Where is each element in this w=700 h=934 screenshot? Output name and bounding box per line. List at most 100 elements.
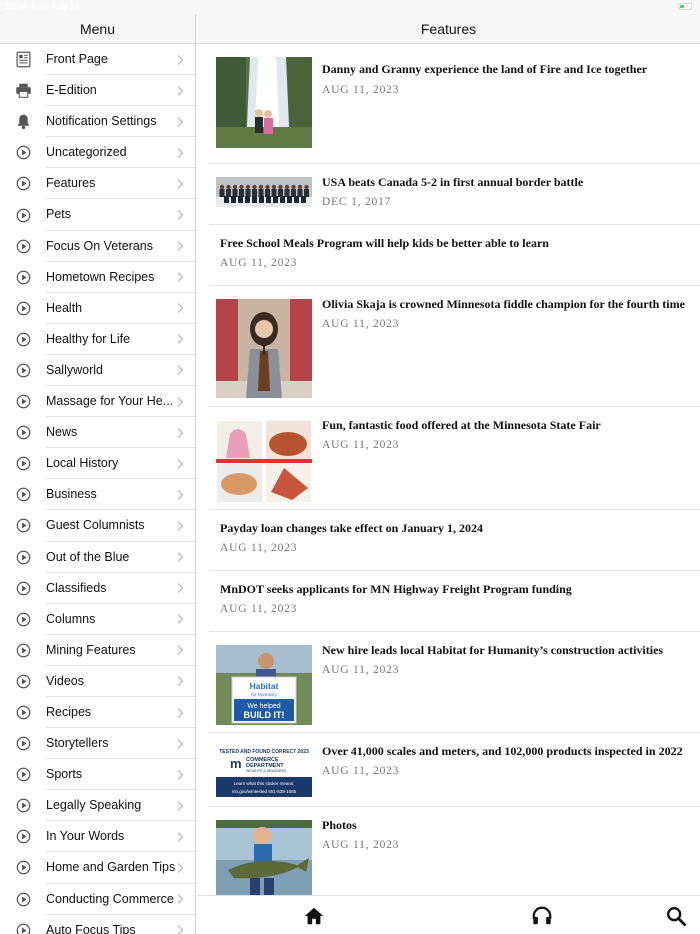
sidebar-item-focus-on-veterans[interactable]: Focus On Veterans (0, 231, 195, 262)
sidebar-item-home-and-garden-tips[interactable]: Home and Garden Tips (0, 852, 195, 884)
sidebar-item-label: Out of the Blue (46, 542, 195, 573)
status-bar: 12:34 Mon Aug 14 (0, 0, 700, 14)
article-date: AUG 11, 2023 (322, 765, 400, 777)
sidebar-item-in-your-words[interactable]: In Your Words (0, 821, 195, 853)
article-item[interactable]: Olivia Skaja is crowned Minnesota fiddle… (209, 286, 700, 407)
article-item[interactable]: Payday loan changes take effect on Janua… (209, 510, 700, 571)
tab-bar (197, 895, 700, 934)
article-item[interactable]: Photos AUG 11, 2023 (209, 807, 700, 895)
article-thumbnail[interactable]: Habitat for Humanity We helped BUILD IT! (216, 645, 312, 725)
sidebar-item-uncategorized[interactable]: Uncategorized (0, 137, 195, 169)
article-item[interactable]: TESTED AND FOUND CORRECT 2023 m COMMERCE DE… (209, 733, 700, 807)
article-date: AUG 11, 2023 (322, 664, 400, 676)
article-title[interactable]: Danny and Granny experience the land of … (322, 62, 692, 77)
printer-icon (0, 75, 46, 106)
sidebar-item-label: Features (46, 168, 195, 200)
sidebar-item-conducting-commerce[interactable]: Conducting Commerce (0, 884, 195, 915)
sidebar-item-label: E-Edition (46, 75, 195, 107)
article-title[interactable]: Over 41,000 scales and meters, and 102,0… (322, 744, 692, 759)
home-icon[interactable] (303, 905, 325, 927)
sidebar-item-label: Sports (46, 759, 195, 791)
sidebar-item-front-page[interactable]: Front Page (0, 44, 195, 76)
svg-text:mn.gov/wmtested 651-539-1555: mn.gov/wmtested 651-539-1555 (232, 789, 297, 794)
sidebar-item-columns[interactable]: Columns (0, 604, 195, 635)
article-title[interactable]: USA beats Canada 5-2 in first annual bor… (322, 175, 692, 190)
article-list[interactable]: Danny and Granny experience the land of … (197, 44, 700, 895)
svg-text:Habitat: Habitat (250, 681, 279, 691)
article-title[interactable]: Payday loan changes take effect on Janua… (220, 521, 690, 536)
article-date: AUG 11, 2023 (322, 84, 400, 96)
sidebar-item-mining-features[interactable]: Mining Features (0, 635, 195, 666)
sidebar-item-classifieds[interactable]: Classifieds (0, 573, 195, 604)
sidebar-item-hometown-recipes[interactable]: Hometown Recipes (0, 262, 195, 293)
article-thumbnail[interactable] (216, 57, 312, 148)
play-circle-icon (0, 448, 46, 479)
sidebar-item-label: Pets (46, 199, 195, 231)
sidebar: Menu Front Page E-Edition Notification Set… (0, 14, 196, 934)
bell-icon (0, 106, 46, 137)
search-icon[interactable] (665, 905, 687, 927)
play-circle-icon (0, 324, 46, 355)
play-circle-icon (0, 168, 46, 199)
headphones-icon[interactable] (531, 905, 553, 927)
sidebar-item-sports[interactable]: Sports (0, 759, 195, 791)
sidebar-item-business[interactable]: Business (0, 479, 195, 511)
sidebar-item-label: Mining Features (46, 635, 195, 666)
article-item[interactable]: Habitat for Humanity We helped BUILD IT! New… (209, 632, 700, 733)
play-circle-icon (0, 386, 46, 417)
article-title[interactable]: Photos (322, 818, 692, 833)
article-item[interactable]: USA beats Canada 5-2 in first annual bor… (209, 164, 700, 225)
article-item[interactable]: Fun, fantastic food offered at the Minne… (209, 407, 700, 510)
article-thumbnail[interactable] (216, 820, 312, 895)
article-thumbnail[interactable]: TESTED AND FOUND CORRECT 2023 m COMMERCE DE… (216, 746, 312, 797)
sidebar-item-pets[interactable]: Pets (0, 199, 195, 231)
sidebar-item-legally-speaking[interactable]: Legally Speaking (0, 790, 195, 822)
sidebar-item-videos[interactable]: Videos (0, 666, 195, 697)
sidebar-item-label: Sallyworld (46, 355, 195, 387)
sidebar-item-label: Conducting Commerce (46, 884, 195, 915)
article-item[interactable]: Free School Meals Program will help kids… (209, 225, 700, 286)
sidebar-item-e-edition[interactable]: E-Edition (0, 75, 195, 107)
sidebar-item-sallyworld[interactable]: Sallyworld (0, 355, 195, 387)
play-circle-icon (0, 666, 46, 697)
sidebar-item-news[interactable]: News (0, 417, 195, 449)
play-circle-icon (0, 199, 46, 230)
sidebar-item-guest-columnists[interactable]: Guest Columnists (0, 510, 195, 542)
article-title[interactable]: Olivia Skaja is crowned Minnesota fiddle… (322, 297, 692, 312)
play-circle-icon (0, 635, 46, 666)
sidebar-item-recipes[interactable]: Recipes (0, 697, 195, 729)
sidebar-item-label: Healthy for Life (46, 324, 195, 355)
sidebar-item-auto-focus-tips[interactable]: Auto Focus Tips (0, 915, 195, 934)
play-circle-icon (0, 728, 46, 759)
sidebar-item-massage-for-your-he[interactable]: Massage for Your He... (0, 386, 195, 418)
play-circle-icon (0, 884, 46, 915)
article-title[interactable]: MnDOT seeks applicants for MN Highway Fr… (220, 582, 690, 597)
sidebar-item-features[interactable]: Features (0, 168, 195, 200)
document-icon (0, 44, 46, 75)
article-title[interactable]: Free School Meals Program will help kids… (220, 236, 690, 251)
sidebar-item-label: Front Page (46, 44, 195, 76)
article-title[interactable]: Fun, fantastic food offered at the Minne… (322, 418, 692, 433)
sidebar-item-out-of-the-blue[interactable]: Out of the Blue (0, 542, 195, 573)
article-date: DEC 1, 2017 (322, 196, 392, 208)
sidebar-item-label: Classifieds (46, 573, 195, 604)
play-circle-icon (0, 821, 46, 852)
play-circle-icon (0, 510, 46, 541)
sidebar-item-storytellers[interactable]: Storytellers (0, 728, 195, 760)
article-title[interactable]: New hire leads local Habitat for Humanit… (322, 643, 692, 658)
svg-text:m: m (230, 756, 242, 771)
sidebar-item-notification-settings[interactable]: Notification Settings (0, 106, 195, 138)
sidebar-item-label: Health (46, 293, 195, 324)
article-thumbnail[interactable] (216, 177, 312, 207)
play-circle-icon (0, 790, 46, 821)
article-thumbnail[interactable] (216, 420, 312, 503)
article-thumbnail[interactable] (216, 299, 312, 398)
sidebar-item-health[interactable]: Health (0, 293, 195, 324)
sidebar-item-local-history[interactable]: Local History (0, 448, 195, 480)
play-circle-icon (0, 697, 46, 728)
play-circle-icon (0, 479, 46, 510)
article-item[interactable]: Danny and Granny experience the land of … (209, 44, 700, 164)
sidebar-item-healthy-for-life[interactable]: Healthy for Life (0, 324, 195, 355)
play-circle-icon (0, 604, 46, 635)
article-item[interactable]: MnDOT seeks applicants for MN Highway Fr… (209, 571, 700, 632)
